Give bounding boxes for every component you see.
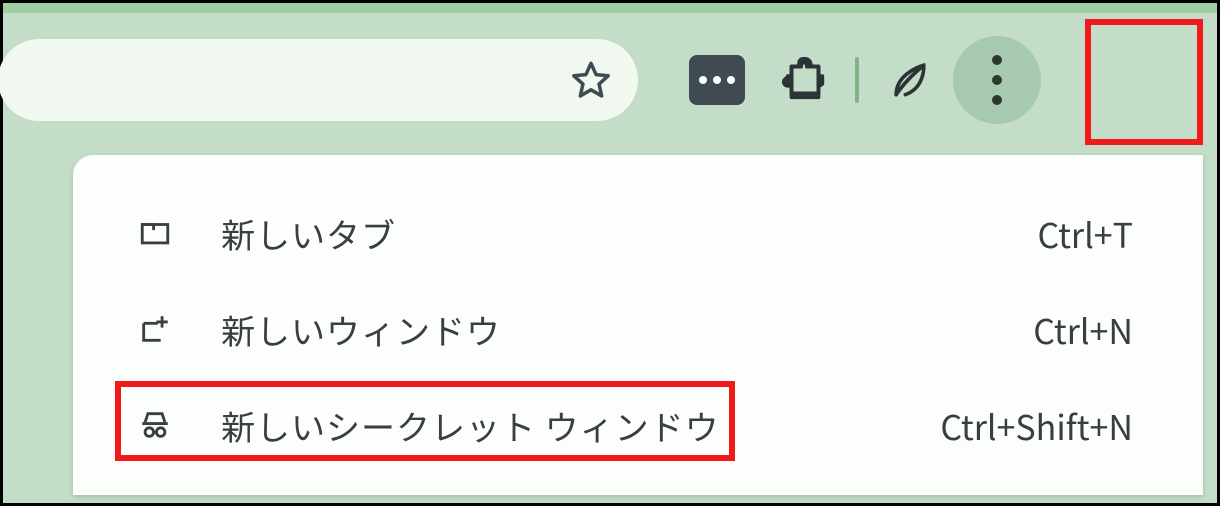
- menu-item-label: 新しいタブ: [221, 209, 396, 258]
- bookmark-star-icon[interactable]: [570, 59, 612, 101]
- menu-item-shortcut: Ctrl+N: [1033, 305, 1133, 354]
- password-manager-button[interactable]: [673, 39, 761, 121]
- menu-item-shortcut: Ctrl+T: [1038, 209, 1133, 258]
- menu-item-new-window[interactable]: 新しいウィンドウ Ctrl+N: [73, 281, 1203, 377]
- tab-icon: [133, 216, 177, 250]
- more-vert-icon: [953, 36, 1041, 124]
- puzzle-icon: [782, 57, 828, 103]
- leaf-icon: [887, 58, 931, 102]
- password-icon: [689, 55, 745, 105]
- toolbar-separator: [855, 57, 859, 103]
- menu-item-shortcut: Ctrl+Shift+N: [940, 401, 1133, 450]
- incognito-icon: [133, 408, 177, 442]
- menu-item-label: 新しいウィンドウ: [221, 305, 501, 354]
- toolbar-actions: [673, 39, 1197, 121]
- window-plus-icon: [133, 312, 177, 346]
- tab-strip-edge: [3, 3, 1217, 13]
- chrome-menu-dropdown: 新しいタブ Ctrl+T 新しいウィンドウ Ctrl+N: [73, 155, 1203, 495]
- chrome-menu-button[interactable]: [953, 39, 1041, 121]
- browser-toolbar-frame: 新しいタブ Ctrl+T 新しいウィンドウ Ctrl+N: [0, 0, 1220, 506]
- menu-item-new-tab[interactable]: 新しいタブ Ctrl+T: [73, 185, 1203, 281]
- menu-item-new-incognito-window[interactable]: 新しいシークレット ウィンドウ Ctrl+Shift+N: [73, 377, 1203, 473]
- menu-item-label: 新しいシークレット ウィンドウ: [221, 401, 720, 450]
- extensions-button[interactable]: [761, 39, 849, 121]
- address-bar[interactable]: [0, 39, 638, 121]
- energy-saver-button[interactable]: [865, 39, 953, 121]
